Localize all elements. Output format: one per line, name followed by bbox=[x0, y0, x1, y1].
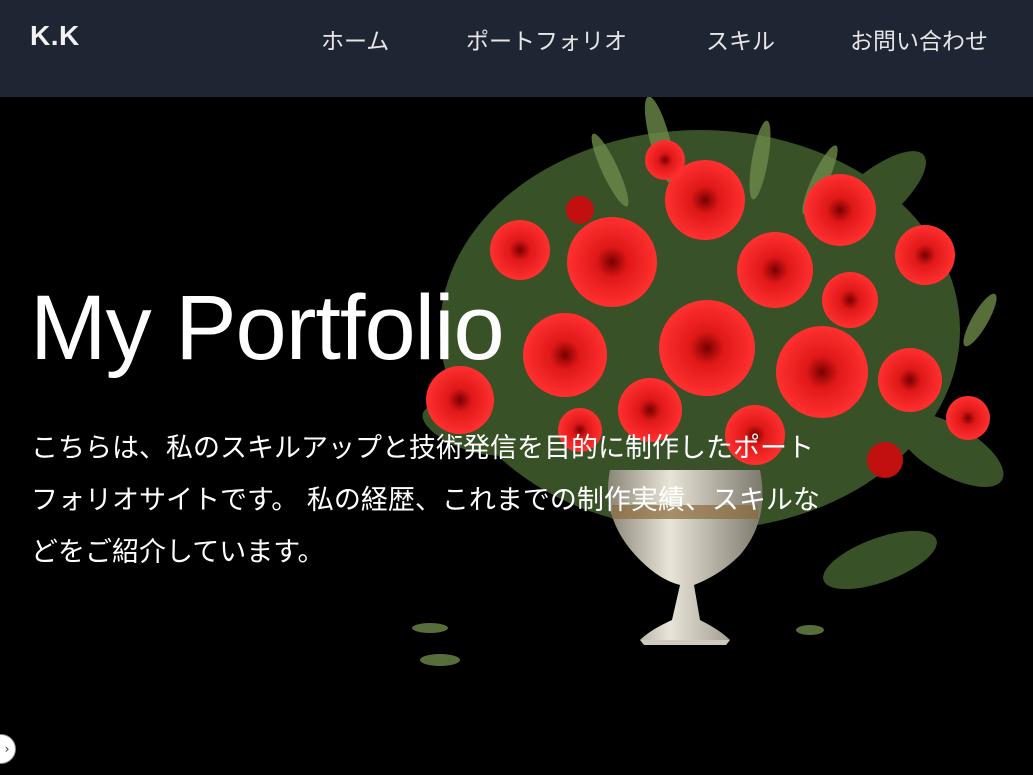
nav-link-home[interactable]: ホーム bbox=[321, 22, 389, 56]
nav-link-skill[interactable]: スキル bbox=[706, 22, 775, 56]
hero-section: My Portfolio こちらは、私のスキルアップと技術発信を目的に制作したポ… bbox=[0, 97, 1033, 775]
hero-description: こちらは、私のスキルアップと技術発信を目的に制作したポートフォリオサイトです。 … bbox=[31, 433, 820, 568]
navbar: K.K ホーム ポートフォリオ スキル お問い合わせ bbox=[0, 0, 1033, 97]
nav-link-contact[interactable]: お問い合わせ bbox=[850, 22, 988, 56]
hero-title: My Portfolio bbox=[30, 277, 505, 379]
nav-link-portfolio[interactable]: ポートフォリオ bbox=[466, 22, 627, 56]
site-logo[interactable]: K.K bbox=[30, 20, 80, 52]
chevron-right-icon: › bbox=[4, 742, 10, 756]
